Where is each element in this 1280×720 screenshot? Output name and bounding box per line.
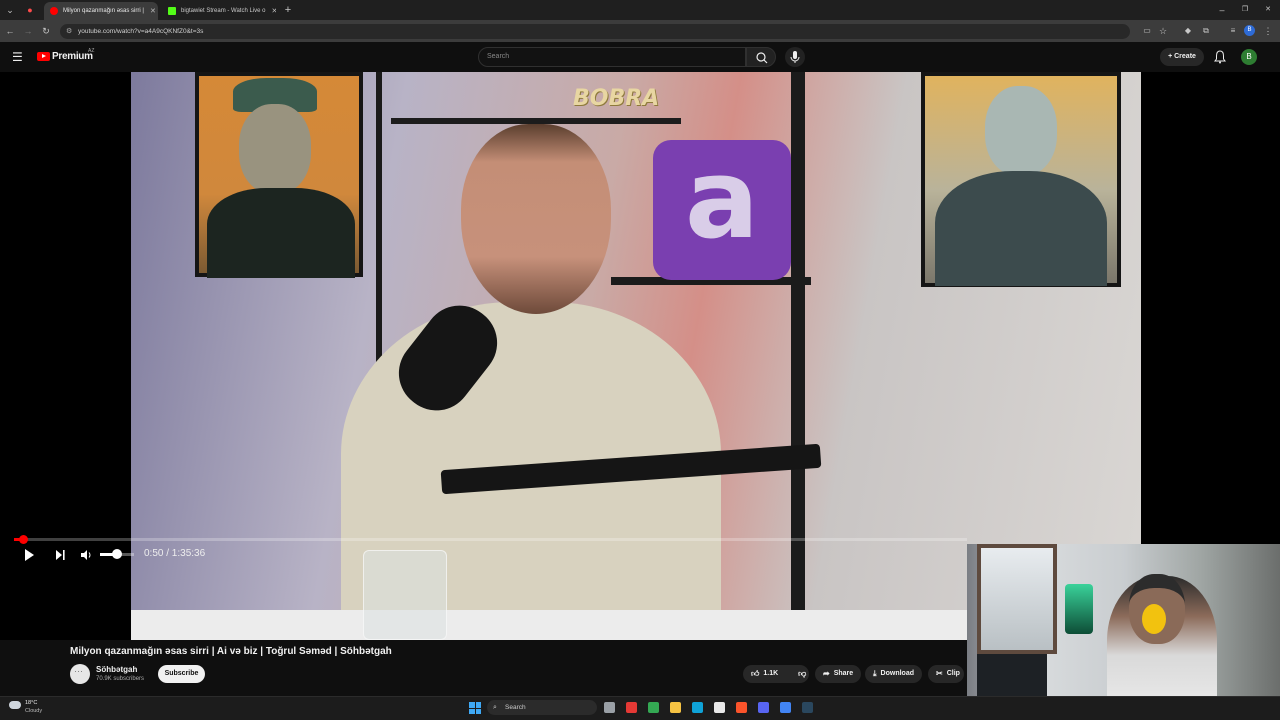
account-avatar[interactable]: B xyxy=(1241,49,1257,65)
browser-tab-strip: ⌄ ● Milyon qazanmağın əsas sirri | ✕ big… xyxy=(0,0,1280,20)
weather-condition[interactable]: Cloudy xyxy=(25,708,42,714)
create-button[interactable]: + Create xyxy=(1160,48,1204,66)
cast-icon[interactable]: ▭ xyxy=(1141,25,1153,37)
water-glass xyxy=(363,550,447,640)
guest-head xyxy=(461,124,611,314)
tab-label: bigtawiet Stream - Watch Live o xyxy=(181,8,266,14)
search-input[interactable]: Search xyxy=(478,47,746,67)
progress-scrubber[interactable] xyxy=(19,535,28,544)
download-button[interactable]: ⤓ Download xyxy=(865,665,922,683)
dislike-icon[interactable]: 👎︎ xyxy=(798,665,806,683)
forward-icon[interactable]: → xyxy=(22,25,34,37)
scissors-icon: ✂ xyxy=(936,669,943,678)
headset-icon xyxy=(1142,604,1166,634)
portrait-right xyxy=(921,72,1121,287)
like-count[interactable]: 1.1K xyxy=(763,665,778,683)
subscriber-count: 70.9K subscribers xyxy=(96,676,145,682)
video-title: Milyon qazanmağın əsas sirri | Ai və biz… xyxy=(70,646,392,657)
microphone-icon xyxy=(790,51,800,63)
bookmark-star-icon[interactable]: ☆ xyxy=(1157,25,1169,37)
close-tab-icon[interactable]: ✕ xyxy=(144,7,156,15)
notifications-bell-icon[interactable] xyxy=(1214,50,1226,64)
volume-handle[interactable] xyxy=(112,549,122,559)
reading-list-icon[interactable]: ≡ xyxy=(1227,25,1239,37)
taskbar-edge-icon[interactable] xyxy=(692,702,703,713)
tab-youtube[interactable]: Milyon qazanmağın əsas sirri | ✕ xyxy=(44,2,158,20)
windows-taskbar xyxy=(0,696,1280,720)
taskbar-steam-icon[interactable] xyxy=(802,702,813,713)
taskbar-store-icon[interactable] xyxy=(714,702,725,713)
webcam-window xyxy=(977,544,1057,654)
volume-icon[interactable] xyxy=(79,548,93,562)
search-button[interactable] xyxy=(746,47,776,67)
taskbar-files-icon[interactable] xyxy=(670,702,681,713)
share-button[interactable]: ➦ Share xyxy=(815,665,862,683)
address-bar[interactable]: ⚙ youtube.com/watch?v=a4A9cQKNfZ0&t=3s xyxy=(60,24,1130,39)
site-info-icon[interactable]: ⚙ xyxy=(66,24,72,39)
clip-button[interactable]: ✂ Clip xyxy=(928,665,964,683)
create-label: Create xyxy=(1174,53,1196,60)
close-window-icon[interactable]: ✕ xyxy=(1262,4,1274,16)
country-code: AZ xyxy=(88,48,95,54)
portrait-left xyxy=(195,72,363,278)
browser-menu-icon[interactable]: ⋮ xyxy=(1262,25,1274,37)
tab-search-icon[interactable]: ⌄ xyxy=(4,4,16,16)
restore-icon[interactable]: ❐ xyxy=(1239,4,1251,16)
taskbar-news-icon[interactable] xyxy=(626,702,637,713)
search-icon: ⌕ xyxy=(493,704,497,711)
like-dislike-group: 👍︎ 1.1K 👎︎ xyxy=(743,665,809,683)
progress-bar[interactable] xyxy=(14,538,967,541)
recording-icon: ● xyxy=(27,5,33,15)
extensions-puzzle-icon[interactable]: ⧉ xyxy=(1200,25,1212,37)
channel-avatar[interactable] xyxy=(70,664,90,684)
taskbar-search[interactable]: ⌕ Search xyxy=(487,700,597,715)
back-icon[interactable]: ← xyxy=(4,25,16,37)
bobra-sign: BOBRA xyxy=(573,86,660,111)
youtube-logo-icon[interactable] xyxy=(37,52,50,61)
share-icon: ➦ xyxy=(823,669,830,678)
reload-icon[interactable]: ↻ xyxy=(40,25,52,37)
taskbar-search-label: Search xyxy=(505,704,526,711)
extension-diamond-icon[interactable]: ◆ xyxy=(1182,25,1194,37)
rack-pole xyxy=(791,72,805,640)
a-logo-sign: a xyxy=(653,140,791,280)
minimize-icon[interactable]: – xyxy=(1216,4,1228,16)
cloud-icon[interactable] xyxy=(9,701,21,709)
next-video-icon[interactable] xyxy=(53,548,67,562)
logo-text[interactable]: Premium xyxy=(52,51,93,62)
taskbar-chrome-icon[interactable] xyxy=(648,702,659,713)
webcam-overlay xyxy=(967,544,1280,720)
taskbar-task-view-icon[interactable] xyxy=(604,702,615,713)
time-display: 0:50 / 1:35:36 xyxy=(144,548,206,559)
download-label: Download xyxy=(880,670,914,677)
url-text: youtube.com/watch?v=a4A9cQKNfZ0&t=3s xyxy=(78,28,204,35)
channel-name[interactable]: Söhbətgah xyxy=(96,665,137,674)
voice-search-button[interactable] xyxy=(785,47,805,67)
taskbar-chrome-active-icon[interactable] xyxy=(780,702,791,713)
download-icon: ⤓ xyxy=(873,669,877,678)
close-tab-icon[interactable]: ✕ xyxy=(265,7,276,15)
webcam-lamp xyxy=(1065,584,1093,634)
windows-start-icon[interactable] xyxy=(469,702,481,714)
like-icon[interactable]: 👍︎ xyxy=(751,665,759,683)
youtube-favicon-icon xyxy=(50,7,58,15)
tab-kick[interactable]: bigtawiet Stream - Watch Live o ✕ xyxy=(162,2,276,20)
share-label: Share xyxy=(833,670,854,677)
subscribe-button[interactable]: Subscribe xyxy=(158,665,205,683)
taskbar-discord-icon[interactable] xyxy=(758,702,769,713)
hamburger-menu-icon[interactable]: ☰ xyxy=(12,50,23,64)
profile-icon[interactable]: B xyxy=(1244,25,1255,36)
weather-temperature[interactable]: 18°C xyxy=(25,700,37,706)
kick-favicon-icon xyxy=(168,7,176,15)
new-tab-icon[interactable]: + xyxy=(282,4,294,16)
tab-label: Milyon qazanmağın əsas sirri | xyxy=(63,8,144,14)
clip-label: Clip xyxy=(946,670,960,677)
play-icon[interactable] xyxy=(22,548,36,562)
taskbar-brave-icon[interactable] xyxy=(736,702,747,713)
search-icon xyxy=(756,52,768,64)
